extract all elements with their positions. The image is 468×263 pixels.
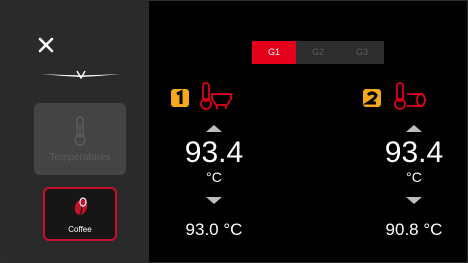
boiler2-actual-temp: 90.8 °C — [385, 220, 443, 239]
close-icon[interactable] — [37, 36, 55, 54]
temperatures-label: Temperatures — [49, 152, 111, 163]
group-head-thermometer-icon — [199, 81, 235, 116]
badge-2-icon — [362, 89, 381, 107]
boiler2-decrease-arrow[interactable] — [406, 197, 422, 204]
boiler2-setpoint: 93.4 — [384, 136, 444, 169]
group-tabs: G1 G2 G3 — [252, 41, 384, 64]
badge-1-icon — [171, 89, 189, 107]
tab-g1[interactable]: G1 — [252, 41, 296, 64]
sidebar: Temperatures Coffee — [1, 1, 149, 262]
boiler1-unit: °C — [206, 169, 222, 185]
coffee-bean-icon — [72, 196, 90, 218]
boiler-thermometer-icon — [393, 81, 429, 116]
tab-g3[interactable]: G3 — [340, 41, 384, 64]
boiler1-decrease-arrow[interactable] — [206, 197, 222, 204]
coffee-button[interactable]: Coffee — [43, 187, 117, 241]
brand-logo-icon — [41, 67, 121, 81]
app-window: Temperatures Coffee G1 G2 G3 93.4 °C 93.… — [0, 0, 468, 263]
temperatures-button[interactable]: Temperatures — [34, 103, 126, 175]
boiler2-increase-arrow[interactable] — [406, 125, 422, 132]
boiler2-unit: °C — [406, 169, 422, 185]
coffee-label: Coffee — [68, 225, 92, 234]
thermometer-icon — [70, 115, 90, 147]
tab-g2[interactable]: G2 — [296, 41, 340, 64]
boiler1-actual-temp: 93.0 °C — [185, 220, 243, 239]
boiler1-setpoint: 93.4 — [184, 136, 244, 169]
boiler1-increase-arrow[interactable] — [206, 125, 222, 132]
